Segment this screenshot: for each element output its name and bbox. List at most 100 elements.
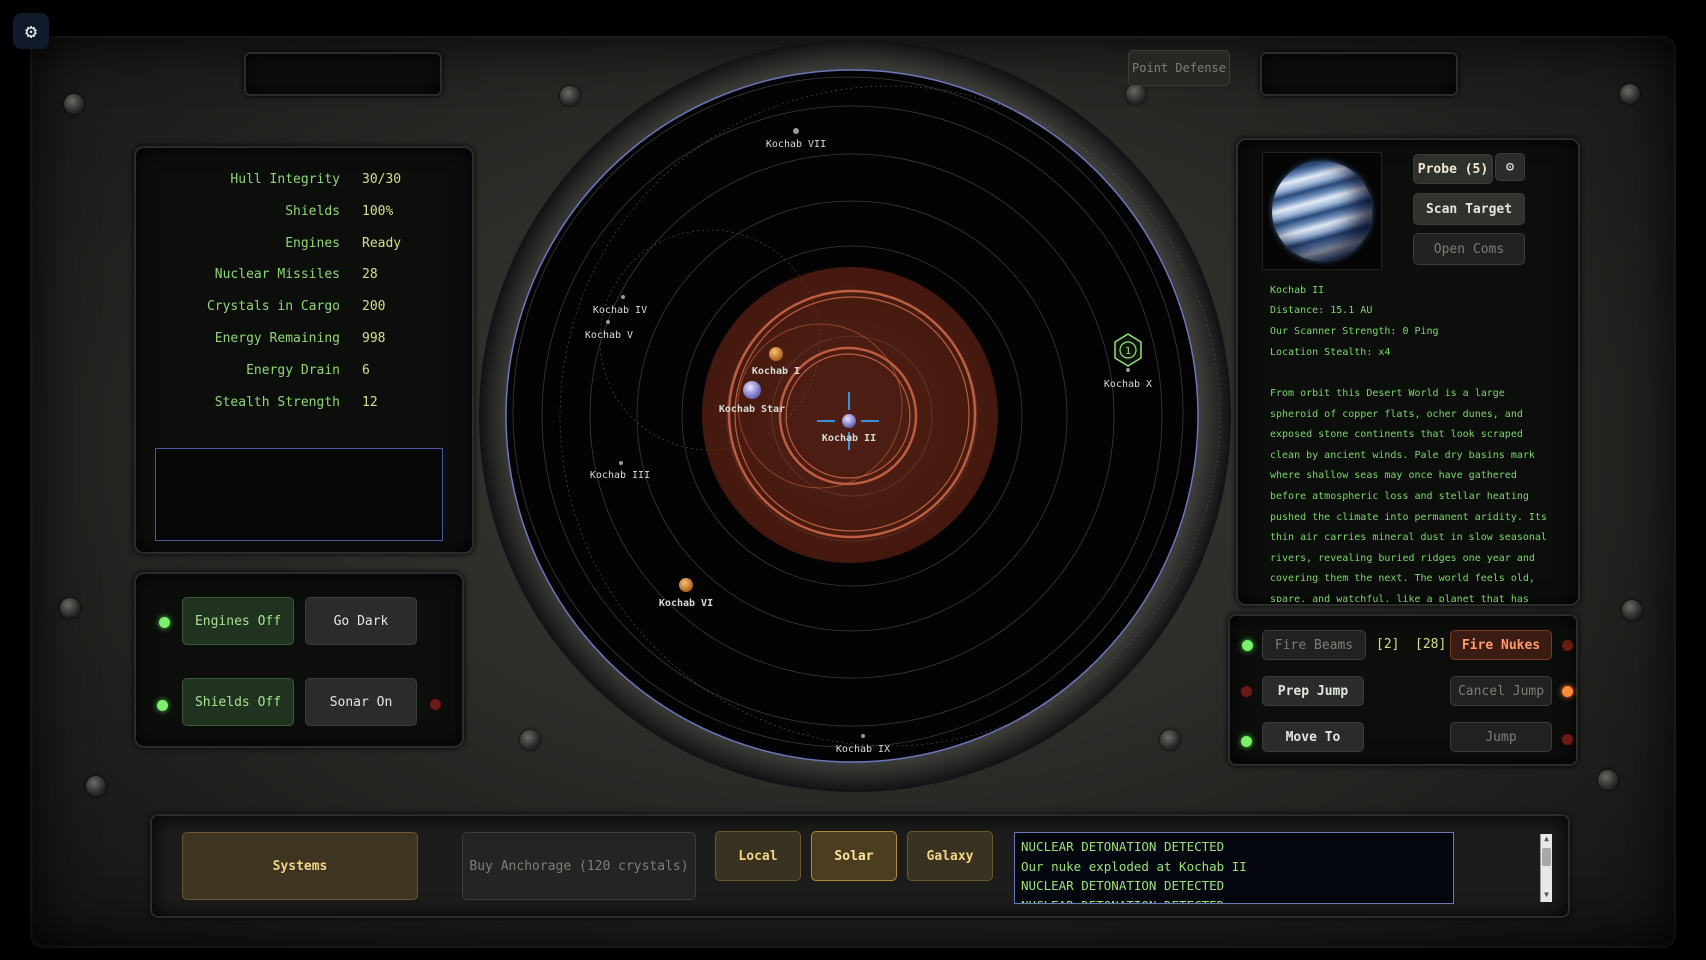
label-kochab-ix: Kochab IX — [836, 744, 890, 755]
scroll-down-icon[interactable]: ▼ — [1541, 890, 1552, 902]
status-value: 28 — [362, 267, 378, 282]
galaxy-view-button[interactable]: Galaxy — [907, 831, 993, 881]
gear-icon: ⚙ — [1505, 159, 1515, 175]
status-row: Stealth Strength 12 — [140, 395, 440, 415]
target-name: Kochab II — [1270, 285, 1325, 296]
status-value: 100% — [362, 204, 394, 219]
buy-anchorage-button[interactable]: Buy Anchorage (120 crystals) — [462, 832, 696, 900]
status-row: Engines Ready — [140, 236, 440, 256]
status-label: Shields — [285, 204, 340, 219]
event-log[interactable]: NUCLEAR DETONATION DETECTED Our nuke exp… — [1014, 832, 1454, 904]
rivet — [1620, 84, 1640, 104]
planet-kochab-x[interactable] — [1126, 368, 1130, 372]
ship-marker-number: 1 — [1125, 346, 1131, 357]
label-kochab-x: Kochab X — [1104, 379, 1152, 390]
solar-map[interactable]: 1 Kochab VII Kochab IV Kochab V Kochab I… — [460, 40, 1250, 792]
beam-count: [2] — [1376, 637, 1400, 652]
status-label: Energy Drain — [246, 363, 340, 378]
label-kochab-iv: Kochab IV — [593, 305, 647, 316]
move-to-button[interactable]: Move To — [1262, 722, 1364, 752]
kochab-star[interactable] — [743, 381, 761, 399]
top-left-slot — [244, 52, 442, 96]
log-line: Our nuke exploded at Kochab II — [1021, 858, 1247, 874]
jump-led — [1562, 734, 1573, 745]
fire-beams-button[interactable]: Fire Beams — [1262, 630, 1366, 660]
sonar-led — [430, 699, 441, 710]
status-list: Hull Integrity 30/30 Shields 100% Engines R… — [140, 172, 440, 432]
engines-off-button[interactable]: Engines Off — [182, 597, 294, 645]
status-label: Hull Integrity — [230, 172, 340, 187]
status-value: Ready — [362, 236, 402, 251]
nukes-led — [1562, 640, 1573, 651]
status-value: 30/30 — [362, 172, 402, 187]
ship-marker-icon[interactable]: 1 — [1114, 333, 1142, 367]
target-distance: Distance: 15.1 AU — [1270, 305, 1373, 316]
status-value: 200 — [362, 299, 386, 314]
log-line: NUCLEAR DETONATION DETECTED — [1021, 896, 1453, 904]
fire-nukes-button[interactable]: Fire Nukes — [1450, 630, 1552, 660]
status-value: 998 — [362, 331, 386, 346]
rivet — [1622, 600, 1642, 620]
cancel-jump-led — [1562, 686, 1573, 697]
jump-button[interactable]: Jump — [1450, 722, 1552, 752]
log-scrollbar[interactable]: ▲ ▼ — [1540, 834, 1552, 902]
rivet — [60, 598, 80, 618]
label-kochab-vii: Kochab VII — [766, 139, 826, 150]
planet-kochab-v[interactable] — [606, 320, 610, 324]
shields-off-button[interactable]: Shields Off — [182, 678, 294, 726]
settings-button[interactable]: ⚙ — [13, 13, 49, 49]
status-label: Stealth Strength — [214, 395, 340, 410]
probe-settings-button[interactable]: ⚙ — [1495, 153, 1525, 181]
scanner-strength: Our Scanner Strength: 0 Ping — [1270, 326, 1439, 337]
scan-target-button[interactable]: Scan Target — [1413, 193, 1525, 225]
rivet — [1598, 770, 1618, 790]
target-description: From orbit this Desert World is a large … — [1270, 388, 1547, 602]
label-kochab-ii: Kochab II — [822, 433, 876, 444]
nuke-count: [28] — [1415, 637, 1447, 652]
minimap-box — [155, 448, 443, 541]
status-label: Nuclear Missiles — [214, 267, 340, 282]
status-value: 6 — [362, 363, 370, 378]
label-kochab-i: Kochab I — [752, 366, 800, 377]
open-coms-button[interactable]: Open Coms — [1413, 233, 1525, 265]
probe-button[interactable]: Probe (5) — [1413, 154, 1493, 184]
status-label: Engines — [285, 236, 340, 251]
planet-portrait — [1262, 152, 1382, 270]
rivet — [64, 94, 84, 114]
log-line: NUCLEAR DETONATION DETECTED — [1021, 878, 1225, 893]
status-row: Energy Remaining 998 — [140, 331, 440, 351]
scroll-up-icon[interactable]: ▲ — [1541, 834, 1552, 846]
status-row: Energy Drain 6 — [140, 363, 440, 383]
planet-kochab-vii[interactable] — [793, 128, 799, 134]
status-value: 12 — [362, 395, 378, 410]
systems-button[interactable]: Systems — [182, 832, 418, 900]
rivet — [86, 776, 106, 796]
planet-globe-icon — [1272, 161, 1372, 261]
beams-led — [1242, 640, 1253, 651]
planet-kochab-vi[interactable] — [679, 578, 693, 592]
local-view-button[interactable]: Local — [715, 831, 801, 881]
cancel-jump-button[interactable]: Cancel Jump — [1450, 676, 1552, 706]
scroll-thumb[interactable] — [1542, 848, 1551, 866]
label-kochab-star: Kochab Star — [719, 404, 785, 415]
label-kochab-vi: Kochab VI — [659, 598, 713, 609]
solar-view-button[interactable]: Solar — [811, 831, 897, 881]
prep-jump-button[interactable]: Prep Jump — [1262, 676, 1364, 706]
shields-led — [157, 700, 168, 711]
status-row: Crystals in Cargo 200 — [140, 299, 440, 319]
planet-kochab-iv[interactable] — [621, 295, 625, 299]
location-stealth: Location Stealth: x4 — [1270, 347, 1391, 358]
prep-jump-led — [1241, 686, 1252, 697]
planet-kochab-iii[interactable] — [619, 461, 623, 465]
label-kochab-v: Kochab V — [585, 330, 633, 341]
planet-kochab-ix[interactable] — [861, 734, 865, 738]
status-row: Nuclear Missiles 28 — [140, 267, 440, 287]
go-dark-button[interactable]: Go Dark — [305, 597, 417, 645]
sonar-on-button[interactable]: Sonar On — [305, 678, 417, 726]
engines-led — [159, 617, 170, 628]
planet-kochab-i[interactable] — [769, 347, 783, 361]
planet-kochab-ii[interactable] — [842, 414, 856, 428]
top-right-slot — [1260, 52, 1458, 96]
status-label: Energy Remaining — [214, 331, 340, 346]
gear-icon: ⚙ — [24, 19, 38, 43]
